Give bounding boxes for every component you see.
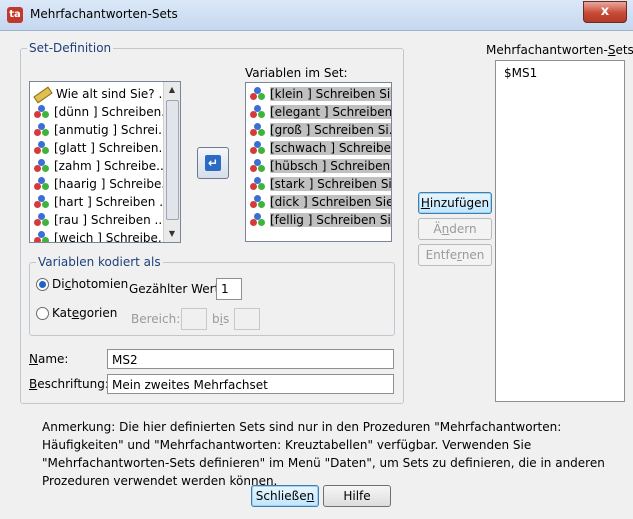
set-list-item[interactable]: $MS1 xyxy=(500,64,537,82)
variable-label: [hart ] Schreiben ... xyxy=(54,195,171,209)
variable-icon xyxy=(250,105,266,119)
source-variable-item[interactable]: Wie alt sind Sie? ... xyxy=(33,85,170,104)
source-variable-item[interactable]: [weich ] Schreibe... xyxy=(34,229,170,243)
range-to-input[interactable] xyxy=(234,308,260,330)
variable-label: [dick ] Schreiben Sie... xyxy=(270,195,391,209)
title-bar[interactable]: ta Mehrfachantworten-Sets x xyxy=(0,0,633,31)
variable-label: [fellig ] Schreiben Si... xyxy=(270,213,391,227)
variable-label: [zahm ] Schreibe... xyxy=(54,159,168,173)
caption-input[interactable]: Mein zweites Mehrfachset xyxy=(107,374,394,394)
set-definition-legend: Set-Definition xyxy=(27,41,114,55)
variable-icon xyxy=(34,195,50,209)
source-list-scrollbar[interactable]: ▲ ▼ xyxy=(163,82,180,242)
set-variable-item[interactable]: [klein ] Schreiben Si... xyxy=(250,85,391,103)
caption-label: Beschriftung: xyxy=(29,377,109,391)
source-variable-item[interactable]: [rau ] Schreiben ... xyxy=(34,211,166,229)
set-variable-item[interactable]: [stark ] Schreiben Si... xyxy=(250,175,391,193)
set-name: $MS1 xyxy=(504,66,538,80)
variable-icon xyxy=(34,177,50,191)
dichotomies-label[interactable]: Dichotomien xyxy=(52,277,128,291)
scroll-up-icon[interactable]: ▲ xyxy=(164,82,180,98)
variable-label: [schwach ] Schreibe... xyxy=(270,141,391,155)
source-variable-item[interactable]: [haarig ] Schreibe... xyxy=(34,175,173,193)
set-variable-item[interactable]: [hübsch ] Schreiben... xyxy=(250,157,391,175)
source-variable-item[interactable]: [dünn ] Schreiben... xyxy=(34,103,173,121)
coded-as-legend: Variablen kodiert als xyxy=(36,255,163,269)
variable-icon xyxy=(250,195,266,209)
variable-icon xyxy=(34,159,50,173)
through-label: bis xyxy=(212,312,230,326)
set-variable-item[interactable]: [elegant ] Schreiben... xyxy=(250,103,391,121)
set-variable-item[interactable]: [schwach ] Schreibe... xyxy=(250,139,391,157)
set-variable-item[interactable]: [fellig ] Schreiben Si... xyxy=(250,211,391,229)
remove-button[interactable]: Entfernen xyxy=(418,244,492,266)
scroll-down-icon[interactable]: ▼ xyxy=(164,226,180,242)
add-button[interactable]: Hinzufügen xyxy=(418,192,492,214)
variable-label: [elegant ] Schreiben... xyxy=(270,105,391,119)
source-variable-item[interactable]: [zahm ] Schreibe... xyxy=(34,157,168,175)
variable-label: [groß ] Schreiben Si... xyxy=(270,123,391,137)
counted-value-label: Gezählter Wert: xyxy=(129,282,224,296)
variable-icon xyxy=(34,123,50,137)
variable-icon xyxy=(250,141,266,155)
help-button[interactable]: Hilfe xyxy=(323,485,391,507)
set-variable-item[interactable]: [groß ] Schreiben Si... xyxy=(250,121,391,139)
change-button[interactable]: Ändern xyxy=(418,218,492,240)
variable-label: [dünn ] Schreiben... xyxy=(54,105,173,119)
variable-icon xyxy=(250,87,266,101)
variable-label: [klein ] Schreiben Si... xyxy=(270,87,391,101)
variable-icon xyxy=(34,105,50,119)
variable-label: [weich ] Schreibe... xyxy=(54,231,170,243)
categories-radio[interactable] xyxy=(36,307,49,320)
categories-label[interactable]: Kategorien xyxy=(52,306,117,320)
variable-icon xyxy=(34,213,50,227)
note-text: Anmerkung: Die hier definierten Sets sin… xyxy=(42,420,605,488)
name-input[interactable]: MS2 xyxy=(107,349,394,369)
dialog-window: ta Mehrfachantworten-Sets x Set-Definiti… xyxy=(0,0,633,519)
variable-label: [haarig ] Schreibe... xyxy=(54,177,173,191)
name-label: Name: xyxy=(29,352,69,366)
set-variable-item[interactable]: [dick ] Schreiben Sie... xyxy=(250,193,391,211)
variable-icon xyxy=(34,141,50,155)
arrow-left-icon: ↵ xyxy=(205,155,221,171)
variable-icon xyxy=(250,123,266,137)
sets-list[interactable]: $MS1 xyxy=(495,60,625,402)
variable-icon xyxy=(250,159,266,173)
close-window-button[interactable]: x xyxy=(583,1,627,23)
window-title: Mehrfachantworten-Sets xyxy=(30,7,178,21)
source-variable-item[interactable]: [glatt ] Schreiben... xyxy=(34,139,170,157)
variable-label: [glatt ] Schreiben... xyxy=(54,141,170,155)
app-icon: ta xyxy=(7,7,23,23)
variable-label: [hübsch ] Schreiben... xyxy=(270,159,391,173)
variable-label: [stark ] Schreiben Si... xyxy=(270,177,391,191)
variable-icon xyxy=(250,213,266,227)
variable-icon xyxy=(34,231,50,242)
variables-in-set-list[interactable]: [klein ] Schreiben Si... [elegant ] Schre… xyxy=(245,82,392,242)
sets-list-label: Mehrfachantworten-Sets: xyxy=(486,43,633,57)
range-from-input[interactable] xyxy=(181,308,207,330)
variables-in-set-label: Variablen im Set: xyxy=(245,66,348,80)
source-variable-item[interactable]: [hart ] Schreiben ... xyxy=(34,193,171,211)
counted-value-input[interactable]: 1 xyxy=(216,278,242,300)
range-label: Bereich: xyxy=(131,312,181,326)
variable-label: Wie alt sind Sie? ... xyxy=(56,87,170,101)
ruler-icon xyxy=(33,86,53,104)
scroll-thumb[interactable] xyxy=(166,100,179,220)
variable-label: [rau ] Schreiben ... xyxy=(54,213,166,227)
close-button[interactable]: Schließen xyxy=(251,485,319,507)
variable-label: [anmutig ] Schrei... xyxy=(54,123,170,137)
move-variable-button[interactable]: ↵ xyxy=(197,147,229,179)
source-variable-item[interactable]: [anmutig ] Schrei... xyxy=(34,121,170,139)
variable-icon xyxy=(250,177,266,191)
dichotomies-radio[interactable] xyxy=(36,278,49,291)
source-variable-list[interactable]: Wie alt sind Sie? ... [dünn ] Schreiben..… xyxy=(29,81,181,243)
